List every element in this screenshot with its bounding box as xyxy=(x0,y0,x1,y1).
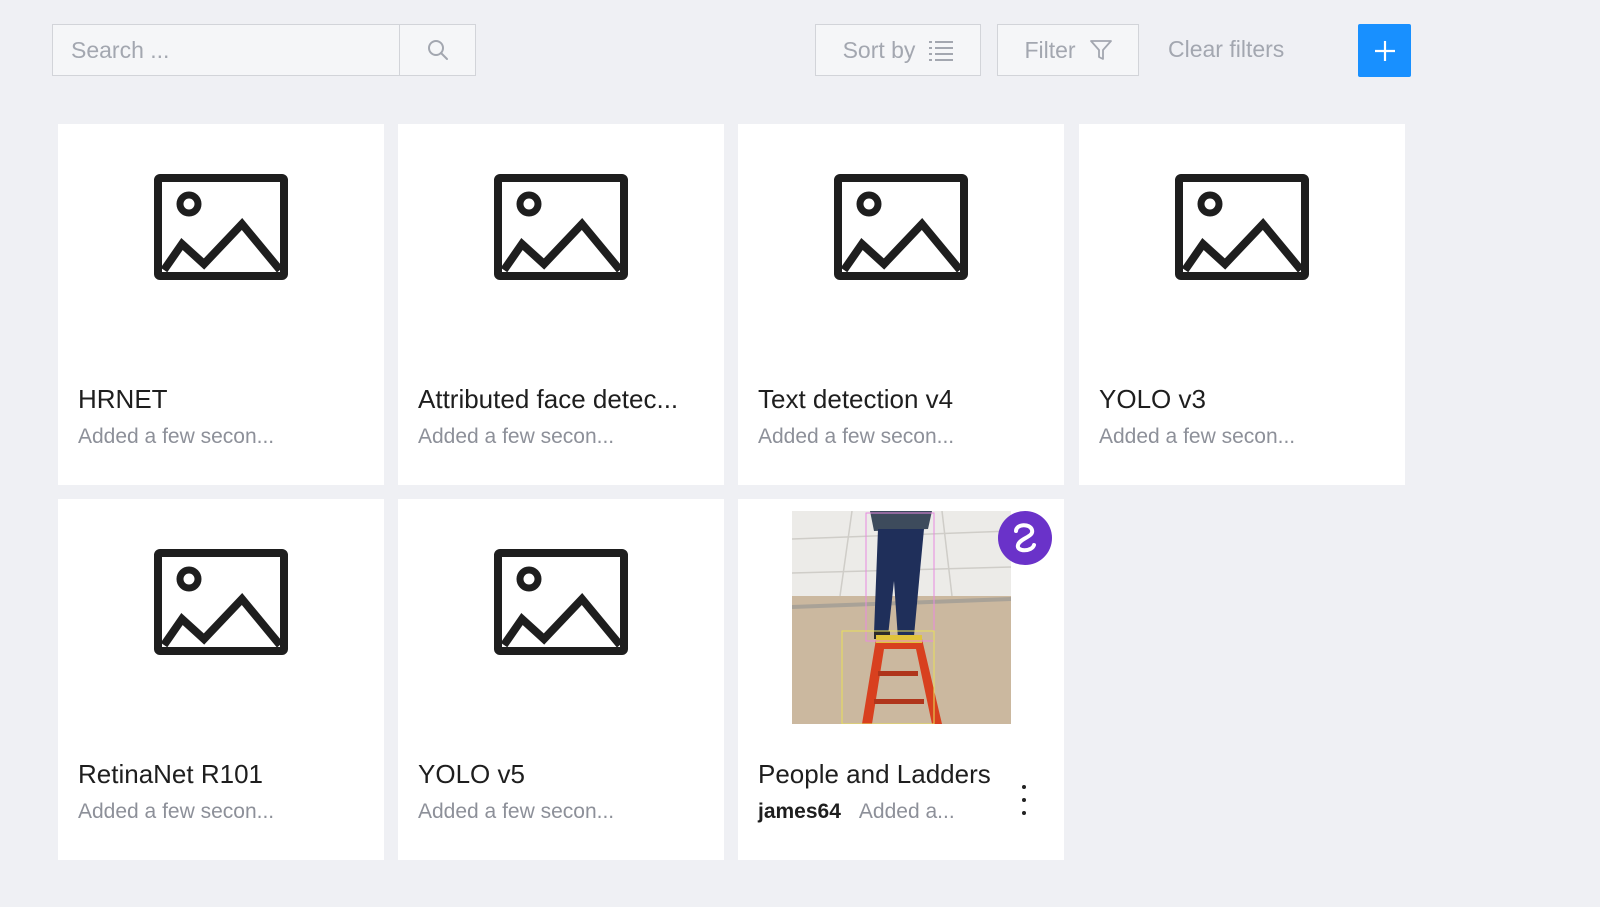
logo-badge-icon xyxy=(998,511,1052,565)
card-owner[interactable]: james64 xyxy=(758,800,841,823)
card-photo-thumbnail xyxy=(792,511,1011,724)
image-placeholder-icon xyxy=(154,549,288,655)
card-subtitle: Added a few secon... xyxy=(78,425,275,448)
search-input[interactable] xyxy=(53,25,399,75)
card-subtitle: Added a few secon... xyxy=(1099,425,1296,448)
model-card[interactable]: Text detection v4 Added a few secon... xyxy=(738,124,1064,485)
model-card[interactable]: Attributed face detec... Added a few sec… xyxy=(398,124,724,485)
filter-label: Filter xyxy=(1024,36,1076,63)
image-placeholder-icon xyxy=(494,549,628,655)
model-card[interactable]: HRNET Added a few secon... xyxy=(58,124,384,485)
image-placeholder-icon xyxy=(834,174,968,280)
app-root: Sort by Filter Clear filters xyxy=(0,0,1600,907)
card-subtitle: Added a few secon... xyxy=(418,800,615,823)
card-subtitle-row: james64 Added a... xyxy=(758,800,955,824)
card-title: HRNET xyxy=(78,384,168,414)
plus-icon xyxy=(1374,40,1395,61)
sort-by-label: Sort by xyxy=(842,36,916,63)
image-placeholder-icon xyxy=(1175,174,1309,280)
card-subtitle: Added a few secon... xyxy=(78,800,275,823)
model-card-people-and-ladders[interactable]: People and Ladders james64 Added a... xyxy=(738,499,1064,860)
sort-by-button[interactable]: Sort by xyxy=(815,24,981,76)
card-thumbnail xyxy=(58,499,384,739)
more-options-icon[interactable] xyxy=(1016,785,1032,815)
card-subtitle: Added a... xyxy=(858,800,955,823)
funnel-icon xyxy=(1089,40,1112,60)
card-subtitle: Added a few secon... xyxy=(758,425,955,448)
image-placeholder-icon xyxy=(154,174,288,280)
list-sort-icon xyxy=(929,41,954,61)
card-title: YOLO v5 xyxy=(418,759,525,789)
card-title: Text detection v4 xyxy=(758,384,954,414)
filter-button[interactable]: Filter xyxy=(997,24,1139,76)
card-title: Attributed face detec... xyxy=(418,384,679,414)
image-placeholder-icon xyxy=(494,174,628,280)
model-card[interactable]: RetinaNet R101 Added a few secon... xyxy=(58,499,384,860)
card-thumbnail xyxy=(738,124,1064,364)
search-box xyxy=(52,24,476,76)
card-thumbnail xyxy=(1079,124,1405,364)
model-card[interactable]: YOLO v3 Added a few secon... xyxy=(1079,124,1405,485)
add-button[interactable] xyxy=(1358,24,1411,77)
card-title: RetinaNet R101 xyxy=(78,759,263,789)
clear-filters-link[interactable]: Clear filters xyxy=(1168,36,1284,63)
card-title: People and Ladders xyxy=(758,759,991,789)
card-thumbnail xyxy=(398,499,724,739)
person-on-ladder-photo xyxy=(792,511,1011,724)
search-button[interactable] xyxy=(399,25,475,75)
card-thumbnail xyxy=(398,124,724,364)
card-title: YOLO v3 xyxy=(1099,384,1206,414)
search-icon xyxy=(427,40,448,60)
card-subtitle: Added a few secon... xyxy=(418,425,615,448)
model-card[interactable]: YOLO v5 Added a few secon... xyxy=(398,499,724,860)
card-thumbnail xyxy=(58,124,384,364)
